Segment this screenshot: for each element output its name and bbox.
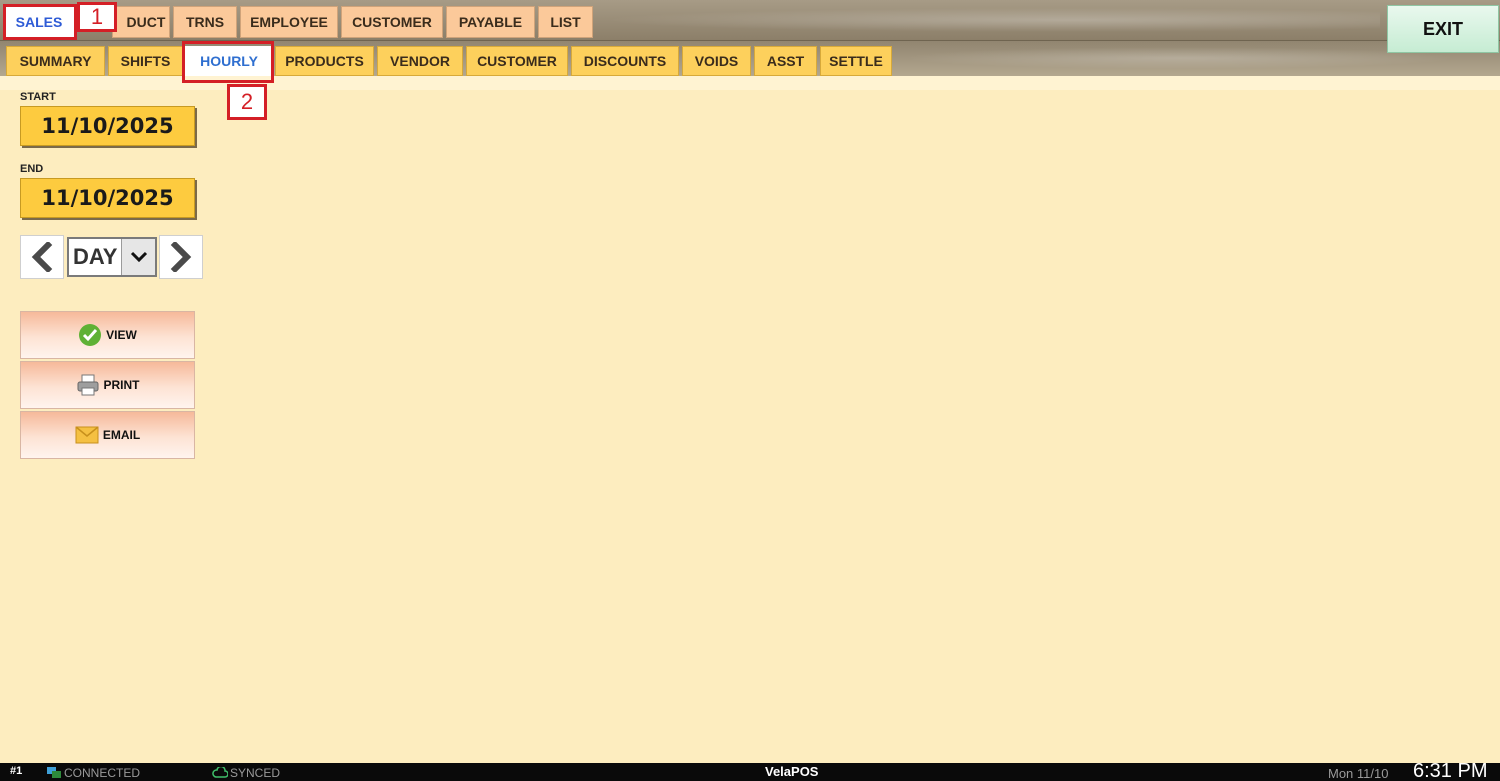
start-date-button[interactable]: 11/10/2025	[20, 106, 195, 146]
tab-summary[interactable]: SUMMARY	[6, 46, 105, 76]
tab-sales[interactable]: SALES	[3, 6, 75, 38]
tab-vendor[interactable]: VENDOR	[377, 46, 463, 76]
tab-product[interactable]: DUCT	[112, 6, 170, 38]
tab-hourly[interactable]: HOURLY	[185, 46, 273, 76]
network-icon	[46, 766, 62, 779]
cloud-icon	[212, 765, 229, 781]
tab-shifts[interactable]: SHIFTS	[108, 46, 183, 76]
tab-asst[interactable]: ASST	[754, 46, 817, 76]
view-button[interactable]: VIEW	[20, 311, 195, 359]
start-label: START	[20, 91, 56, 103]
check-circle-icon	[79, 324, 102, 346]
station-number: #1	[10, 765, 23, 777]
sync-status: SYNCED	[230, 766, 281, 780]
next-period-button[interactable]	[159, 235, 203, 279]
status-date: Mon 11/10	[1328, 766, 1389, 781]
envelope-icon	[75, 426, 99, 444]
tab-customer-report[interactable]: CUSTOMER	[466, 46, 568, 76]
tab-list[interactable]: LIST	[538, 6, 593, 38]
end-label: END	[20, 163, 44, 175]
previous-period-button[interactable]	[20, 235, 64, 279]
print-button-label: PRINT	[103, 378, 140, 392]
chevron-left-icon	[31, 242, 53, 272]
tab-settle[interactable]: SETTLE	[820, 46, 892, 76]
status-time: 6:31 PM	[1413, 760, 1488, 781]
period-select-value: DAY	[73, 244, 118, 269]
email-button[interactable]: EMAIL	[20, 411, 195, 459]
end-date-button[interactable]: 11/10/2025	[20, 178, 195, 218]
tab-trns[interactable]: TRNS	[173, 6, 237, 38]
tab-payable[interactable]: PAYABLE	[446, 6, 535, 38]
chevron-right-icon	[170, 242, 192, 272]
tab-voids[interactable]: VOIDS	[682, 46, 751, 76]
email-button-label: EMAIL	[102, 428, 141, 442]
tab-customer[interactable]: CUSTOMER	[341, 6, 443, 38]
connection-status: CONNECTED	[64, 766, 141, 780]
brand-name: VelaPOS	[765, 764, 819, 779]
annotation-tag-1: 1	[77, 2, 117, 32]
print-button[interactable]: PRINT	[20, 361, 195, 409]
tab-discounts[interactable]: DISCOUNTS	[571, 46, 679, 76]
tab-products[interactable]: PRODUCTS	[275, 46, 374, 76]
view-button-label: VIEW	[106, 328, 137, 342]
tab-employee[interactable]: EMPLOYEE	[240, 6, 338, 38]
status-bar: #1 CONNECTED SYNCED VelaPOS Mon 11/10 6:…	[0, 760, 1500, 781]
dropdown-arrow-icon[interactable]	[121, 239, 155, 275]
annotation-tag-2: 2	[227, 84, 267, 120]
printer-icon	[77, 374, 98, 396]
exit-button[interactable]: EXIT	[1387, 5, 1499, 53]
period-select[interactable]: DAY	[67, 237, 157, 277]
tab-underline-strip	[0, 76, 1500, 90]
